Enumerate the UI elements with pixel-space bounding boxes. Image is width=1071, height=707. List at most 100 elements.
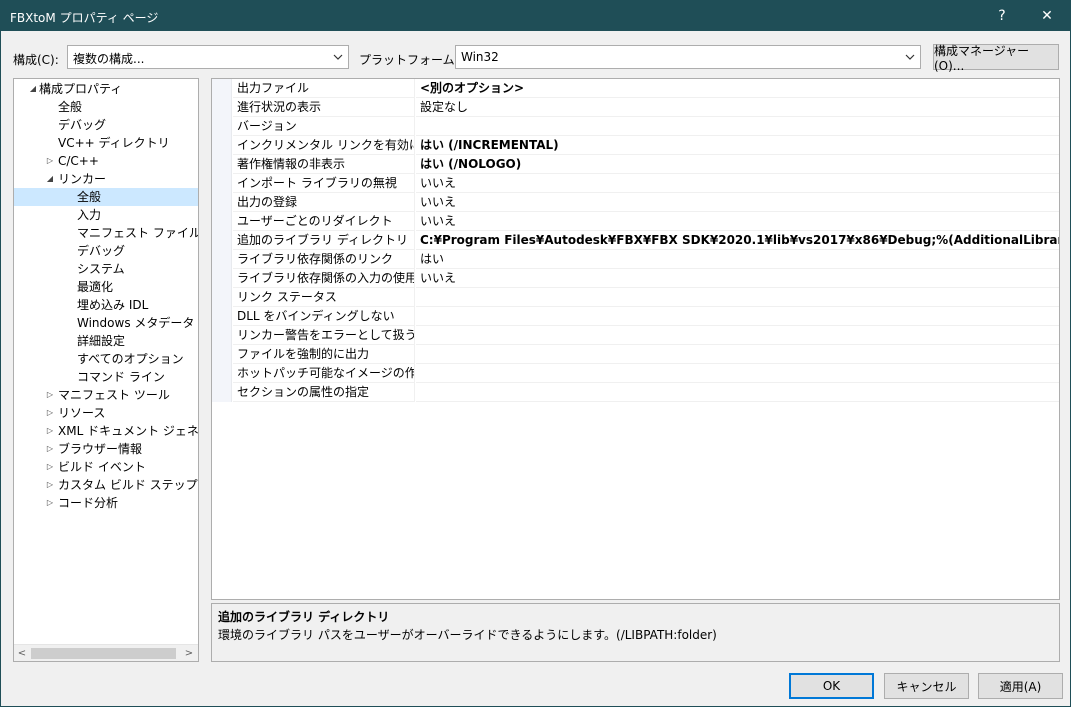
expand-arrow-icon[interactable]: ▷	[45, 476, 55, 494]
property-value[interactable]: <別のオプション>	[416, 79, 1059, 98]
close-button[interactable]: ✕	[1025, 1, 1069, 31]
tree-item[interactable]: ▷ マニフェスト ツール	[14, 386, 198, 404]
property-row[interactable]: リンカー警告をエラーとして扱う	[212, 326, 1059, 345]
tree-item[interactable]: システム	[14, 260, 198, 278]
collapse-arrow-icon[interactable]: ◢	[28, 80, 38, 98]
property-value[interactable]	[416, 383, 1059, 402]
tree-item[interactable]: 埋め込み IDL	[14, 296, 198, 314]
property-value[interactable]	[416, 288, 1059, 307]
property-row[interactable]: リンク ステータス	[212, 288, 1059, 307]
property-row[interactable]: ライブラリ依存関係のリンク はい	[212, 250, 1059, 269]
property-row[interactable]: バージョン	[212, 117, 1059, 136]
collapse-arrow-icon[interactable]: ◢	[45, 170, 55, 188]
property-row[interactable]: インクリメンタル リンクを有効にするはい (/INCREMENTAL)	[212, 136, 1059, 155]
tree-item[interactable]: VC++ ディレクトリ	[14, 134, 198, 152]
property-row[interactable]: インポート ライブラリの無視 いいえ	[212, 174, 1059, 193]
tree-item[interactable]: ▷ ビルド イベント	[14, 458, 198, 476]
property-value[interactable]: はい (/INCREMENTAL)	[416, 136, 1059, 155]
property-value[interactable]: C:¥Program Files¥Autodesk¥FBX¥FBX SDK¥20…	[416, 231, 1059, 250]
property-name[interactable]: バージョン	[233, 117, 415, 136]
expand-arrow-icon[interactable]: ▷	[45, 494, 55, 512]
property-name[interactable]: ホットパッチ可能なイメージの作成	[233, 364, 415, 383]
tree-item-label: 入力	[77, 208, 102, 222]
scrollbar-thumb[interactable]	[31, 648, 176, 659]
expand-arrow-icon[interactable]: ▷	[45, 440, 55, 458]
tree-item-label: 埋め込み IDL	[77, 298, 149, 312]
tree-item[interactable]: ▷ コード分析	[14, 494, 198, 512]
property-value[interactable]: いいえ	[416, 212, 1059, 231]
tree-item[interactable]: マニフェスト ファイル	[14, 224, 198, 242]
horizontal-scrollbar[interactable]: < >	[14, 644, 198, 661]
property-name[interactable]: インポート ライブラリの無視	[233, 174, 415, 193]
property-value[interactable]: いいえ	[416, 174, 1059, 193]
tree-item[interactable]: 詳細設定	[14, 332, 198, 350]
property-name[interactable]: 出力ファイル	[233, 79, 415, 98]
property-name[interactable]: インクリメンタル リンクを有効にする	[233, 136, 415, 155]
tree-item[interactable]: ▷ リソース	[14, 404, 198, 422]
property-row[interactable]: ホットパッチ可能なイメージの作成	[212, 364, 1059, 383]
tree-item[interactable]: コマンド ライン	[14, 368, 198, 386]
expand-arrow-icon[interactable]: ▷	[45, 422, 55, 440]
scroll-right-icon[interactable]: >	[182, 647, 196, 660]
property-row[interactable]: 出力の登録 いいえ	[212, 193, 1059, 212]
property-value[interactable]: はい	[416, 250, 1059, 269]
tree-item[interactable]: Windows メタデータ	[14, 314, 198, 332]
property-value[interactable]	[416, 307, 1059, 326]
property-row[interactable]: 追加のライブラリ ディレクトリ C:¥Program Files¥Autodesk…	[212, 231, 1059, 250]
property-row[interactable]: ライブラリ依存関係の入力の使用 いいえ	[212, 269, 1059, 288]
ok-button[interactable]: OK	[789, 673, 874, 699]
property-row[interactable]: ユーザーごとのリダイレクト いいえ	[212, 212, 1059, 231]
configuration-manager-button[interactable]: 構成マネージャー(O)...	[933, 44, 1059, 73]
tree-item[interactable]: 全般	[14, 188, 198, 206]
property-name[interactable]: ライブラリ依存関係のリンク	[233, 250, 415, 269]
property-value[interactable]	[416, 345, 1059, 364]
property-name[interactable]: リンカー警告をエラーとして扱う	[233, 326, 415, 345]
property-value[interactable]: 設定なし	[416, 98, 1059, 117]
property-row[interactable]: DLL をバインディングしない	[212, 307, 1059, 326]
property-name[interactable]: 進行状況の表示	[233, 98, 415, 117]
tree-item[interactable]: 全般	[14, 98, 198, 116]
property-row[interactable]: 出力ファイル <別のオプション>	[212, 79, 1059, 98]
tree-item[interactable]: デバッグ	[14, 116, 198, 134]
tree-item[interactable]: ▷ カスタム ビルド ステップ	[14, 476, 198, 494]
configuration-dropdown[interactable]: 複数の構成...	[67, 45, 349, 69]
cancel-button[interactable]: キャンセル	[884, 673, 969, 699]
property-row[interactable]: ファイルを強制的に出力	[212, 345, 1059, 364]
platform-dropdown[interactable]: Win32	[455, 45, 921, 69]
tree-item[interactable]: ▷ C/C++	[14, 152, 198, 170]
expand-arrow-icon[interactable]: ▷	[45, 386, 55, 404]
apply-button[interactable]: 適用(A)	[978, 673, 1063, 699]
property-name[interactable]: ライブラリ依存関係の入力の使用	[233, 269, 415, 288]
property-name[interactable]: ファイルを強制的に出力	[233, 345, 415, 364]
property-name[interactable]: DLL をバインディングしない	[233, 307, 415, 326]
property-value[interactable]: いいえ	[416, 269, 1059, 288]
property-row[interactable]: 進行状況の表示 設定なし	[212, 98, 1059, 117]
expand-arrow-icon[interactable]: ▷	[45, 404, 55, 422]
property-name[interactable]: ユーザーごとのリダイレクト	[233, 212, 415, 231]
property-value[interactable]	[416, 364, 1059, 383]
tree-item[interactable]: ▷XML ドキュメント ジェネレーター	[14, 422, 198, 440]
property-row[interactable]: 著作権情報の非表示 はい (/NOLOGO)	[212, 155, 1059, 174]
property-value[interactable]: いいえ	[416, 193, 1059, 212]
property-name[interactable]: リンク ステータス	[233, 288, 415, 307]
tree-item[interactable]: ◢ 構成プロパティ	[14, 80, 198, 98]
property-name[interactable]: 出力の登録	[233, 193, 415, 212]
property-name[interactable]: セクションの属性の指定	[233, 383, 415, 402]
property-name[interactable]: 追加のライブラリ ディレクトリ	[233, 231, 415, 250]
expand-arrow-icon[interactable]: ▷	[45, 152, 55, 170]
tree-item[interactable]: ▷ ブラウザー情報	[14, 440, 198, 458]
expand-arrow-icon[interactable]: ▷	[45, 458, 55, 476]
tree-item[interactable]: ◢ リンカー	[14, 170, 198, 188]
property-row[interactable]: セクションの属性の指定	[212, 383, 1059, 402]
help-icon: ?	[998, 8, 1006, 24]
tree-item[interactable]: 最適化	[14, 278, 198, 296]
tree-item[interactable]: すべてのオプション	[14, 350, 198, 368]
property-value[interactable]	[416, 117, 1059, 136]
property-name[interactable]: 著作権情報の非表示	[233, 155, 415, 174]
property-value[interactable]	[416, 326, 1059, 345]
tree-item[interactable]: デバッグ	[14, 242, 198, 260]
help-button[interactable]: ?	[980, 1, 1024, 31]
tree-item[interactable]: 入力	[14, 206, 198, 224]
property-value[interactable]: はい (/NOLOGO)	[416, 155, 1059, 174]
scroll-left-icon[interactable]: <	[15, 647, 29, 660]
